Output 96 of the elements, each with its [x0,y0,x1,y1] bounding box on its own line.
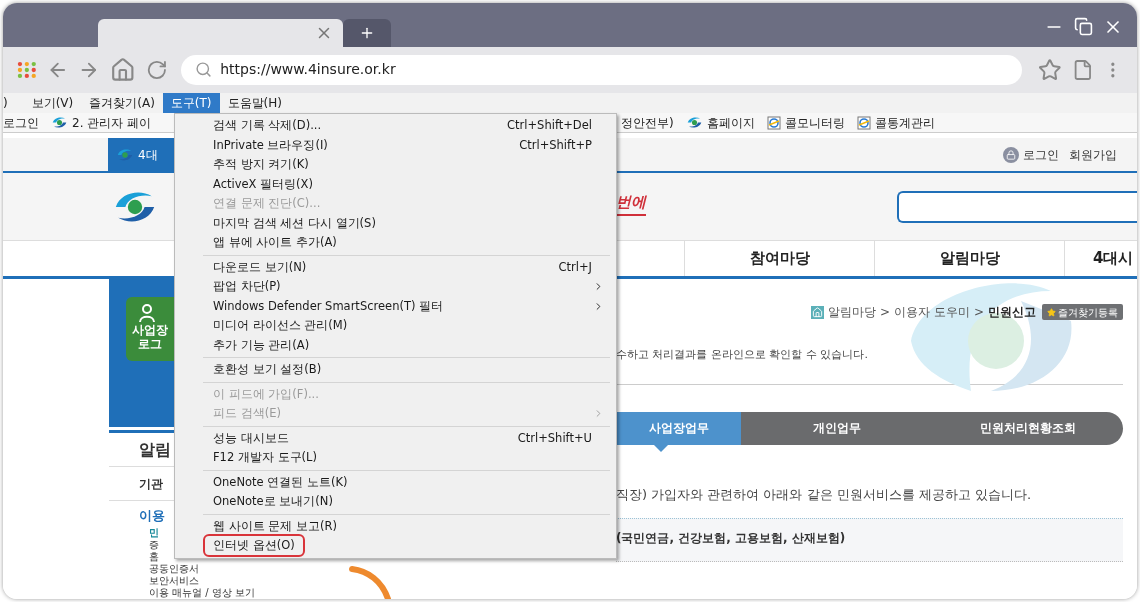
menu-item-label: 다운로드 보기(N) [213,258,307,276]
menu-item-label: 앱 뷰에 사이트 추가(A) [213,234,337,252]
menu-item[interactable]: 추적 방지 켜기(K) [175,155,616,175]
menu-bar-item[interactable]: ) [3,93,24,113]
menu-item[interactable]: ActiveX 필터링(X) [175,174,616,194]
favorites-link[interactable]: 로그인 [3,113,39,132]
badge-text: 4대 [138,146,158,164]
nav-item[interactable]: 참여마당 [684,241,874,276]
menu-item[interactable]: 호환성 보기 설정(B) [175,360,616,380]
menu-item[interactable]: 미디어 라이선스 관리(M) [175,316,616,336]
menu-shortcut: Ctrl+Shift+U [517,429,592,447]
menu-item-label: OneNote로 보내기(N) [213,493,333,511]
favorites-link[interactable]: 콜통계관리 [874,113,935,132]
menu-item-label: InPrivate 브라우징(I) [213,136,328,154]
breadcrumb-link[interactable]: 이용자 도우미 [894,303,970,321]
menu-item-label: F12 개발자 도구(L) [213,449,317,467]
breadcrumb-link[interactable]: 알림마당 [828,303,877,321]
new-tab-button[interactable] [343,18,391,47]
menu-item[interactable]: 성능 대시보드 Ctrl+Shift+U [175,428,616,448]
menu-bar-item[interactable]: 보기(V) [23,93,82,113]
favorites-link[interactable]: 2. 관리자 페이 [72,113,152,132]
menu-item-label: ActiveX 필터링(X) [213,175,313,193]
menu-item[interactable]: 추가 기능 관리(A) [175,335,616,355]
tab-pointer-icon [654,444,668,452]
menu-item-label: 연결 문제 진단(C)... [213,195,321,213]
sidebar-link[interactable]: 증 [149,539,159,551]
menu-item[interactable]: 앱 뷰에 사이트 추가(A) [175,233,616,253]
menu-item-label: 호환성 보기 설정(B) [213,361,322,379]
menu-item[interactable]: 마지막 검색 세션 다시 열기(S) [175,213,616,233]
star-icon [1047,307,1056,317]
sidebar-link[interactable]: 민 [149,527,159,539]
reload-icon[interactable] [145,58,168,81]
menu-item-label: OneNote 연결된 노트(K) [213,473,348,491]
breadcrumb-link[interactable]: 민원신고 [988,303,1036,321]
site-logo-icon [116,147,134,162]
sidebar-subtitle: 이용 [138,506,166,525]
menu-item[interactable]: Windows Defender SmartScreen(T) 필터 [175,296,616,316]
home-icon[interactable] [110,56,136,83]
menu-item-label: 인터넷 옵션(O) [203,534,305,558]
breadcrumb-separator: > [973,304,984,321]
sidebar-link[interactable]: 홈 [149,551,159,563]
top-link[interactable]: 회원가입 [1069,145,1117,164]
menu-item[interactable]: 팝업 차단(P) [175,277,616,297]
menu-item-label: 추가 기능 관리(A) [213,336,310,354]
intro-text: 수하고 처리결과를 온라인으로 확인할 수 있습니다. [616,347,869,363]
tab[interactable]: 민원처리현황조회 [932,411,1123,445]
menu-item[interactable]: OneNote로 보내기(N) [175,492,616,512]
menu-shortcut: Ctrl+Shift+P [519,136,592,154]
bookmark-button[interactable]: 즐겨찾기등록 [1042,304,1123,320]
menu-item-label: Windows Defender SmartScreen(T) 필터 [213,297,444,315]
menu-item-label: 팝업 차단(P) [213,278,281,296]
menu-item-label: 마지막 검색 세션 다시 열기(S) [213,214,376,232]
menu-bar-item[interactable]: 도움말(H) [219,93,290,113]
menu-item-label: 미디어 라이선스 관리(M) [213,317,348,335]
nav-item[interactable]: 알림마당 [874,241,1064,276]
insurance-note: (국민연금, 건강보험, 고용보험, 산재보험) [616,531,846,545]
nav-item[interactable]: 4대시 [1064,241,1137,276]
menu-shortcut: Ctrl+Shift+Del [507,117,592,135]
menu-shortcut: Ctrl+J [558,258,592,276]
description-text: 직장) 가입자와 관련하여 아래와 같은 민원서비스를 제공하고 있습니다. [616,485,1033,504]
menu-item-label: 피드 검색(E) [213,405,281,423]
sidebar-link[interactable]: 이용 매뉴얼 / 영상 보기 [149,587,256,599]
menu-item[interactable]: OneNote 연결된 노트(K) [175,472,616,492]
tab[interactable]: 개인업무 [741,411,932,445]
breadcrumb-separator: > [880,304,891,321]
menu-bar-item[interactable]: 즐겨찾기(A) [81,93,163,113]
sidebar-link[interactable]: 보안서비스 [149,575,199,587]
favorites-link[interactable]: 홈페이지 [706,113,755,132]
menu-item-label: 검색 기록 삭제(D)... [213,117,322,135]
site-logo-icon [51,116,68,129]
apps-grid-icon[interactable] [17,60,37,79]
menu-item-label: 성능 대시보드 [213,429,289,447]
menu-item[interactable]: InPrivate 브라우징(I) Ctrl+Shift+P [175,135,616,155]
menu-item-label: 이 피드에 가입(F)... [213,385,319,403]
menu-item[interactable]: 검색 기록 삭제(D)... Ctrl+Shift+Del [175,116,616,136]
site-logo-icon [685,116,703,129]
menu-item-label: 추적 방지 켜기(K) [213,156,309,174]
business-login-button[interactable]: 사업장 로그 [126,297,174,361]
address-field[interactable]: https://www.4insure.or.kr [181,54,1023,85]
star-icon[interactable] [1038,57,1062,82]
browser-tab[interactable] [98,18,343,47]
menu-item[interactable]: 웹 사이트 문제 보고(R) [175,516,616,536]
sidebar-link[interactable]: 공동인증서 [149,563,199,575]
menu-item[interactable]: 인터넷 옵션(O) [175,536,616,556]
restore-icon[interactable] [1074,17,1093,36]
top-link[interactable]: 로그인 [1023,145,1059,164]
home-icon [811,305,825,319]
lock-icon [1003,146,1019,163]
search-field[interactable] [897,190,1137,223]
favorites-link[interactable]: 콜모니터링 [784,113,845,132]
menu-item[interactable]: F12 개발자 도구(L) [175,448,616,468]
favorites-link[interactable]: 정안전부) [621,113,674,132]
menu-item-label: 웹 사이트 문제 보고(R) [213,517,337,535]
menu-bar-item[interactable]: 도구(T) [162,93,220,113]
search-icon [195,61,213,79]
menu-item[interactable]: 다운로드 보기(N) Ctrl+J [175,257,616,277]
